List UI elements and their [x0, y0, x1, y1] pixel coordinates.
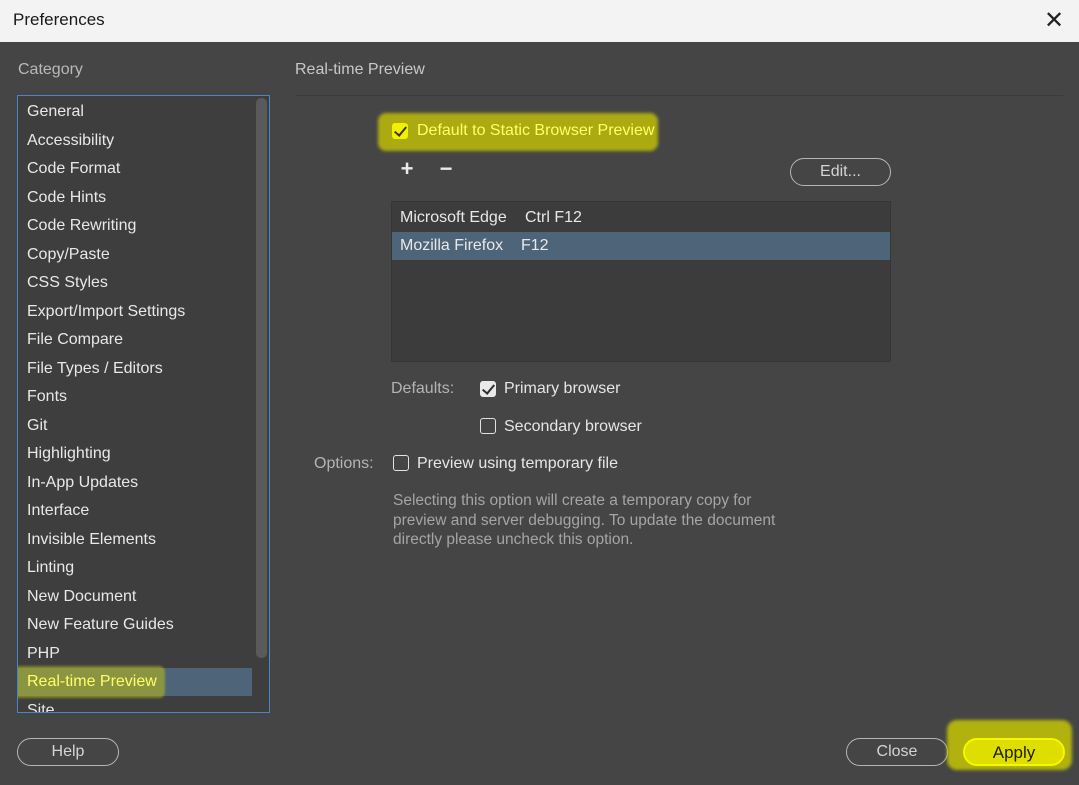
browser-shortcut: Ctrl F12	[525, 209, 582, 226]
category-item-label: Site	[27, 701, 55, 713]
browser-row-edge[interactable]: Microsoft Edge Ctrl F12	[392, 204, 890, 232]
category-item-in-app-updates[interactable]: In-App Updates	[18, 469, 252, 497]
browser-name: Microsoft Edge	[400, 209, 507, 226]
category-item-label: New Feature Guides	[27, 616, 174, 633]
help-button[interactable]: Help	[17, 738, 119, 766]
window-title: Preferences	[13, 10, 105, 29]
category-item-code-hints[interactable]: Code Hints	[18, 184, 252, 212]
add-browser-icon[interactable]: +	[396, 158, 418, 180]
category-item-label: Code Format	[27, 160, 121, 177]
category-item-label: Accessibility	[27, 131, 115, 149]
category-item-label: Git	[27, 416, 48, 434]
category-item-label: New Document	[27, 587, 137, 605]
title-bar: Preferences ✕	[0, 0, 1079, 42]
category-item-css-styles[interactable]: CSS Styles	[18, 269, 252, 297]
category-item-file-compare[interactable]: File Compare	[18, 326, 252, 354]
category-item-code-format[interactable]: Code Format	[18, 155, 252, 183]
primary-browser-checkbox[interactable]	[480, 381, 496, 397]
category-item-general[interactable]: General	[18, 98, 252, 126]
browser-row-firefox[interactable]: Mozilla Firefox F12	[392, 232, 890, 260]
category-item-php[interactable]: PHP	[18, 640, 252, 668]
category-item-linting[interactable]: Linting	[18, 554, 252, 582]
browser-list[interactable]: Microsoft Edge Ctrl F12 Mozilla Firefox …	[391, 201, 891, 362]
category-item-label: Code Rewriting	[27, 217, 137, 234]
category-item-file-types-editors[interactable]: File Types / Editors	[18, 355, 252, 383]
temp-file-checkbox[interactable]	[393, 455, 409, 471]
temp-file-label: Preview using temporary file	[417, 455, 618, 472]
divider	[295, 95, 1063, 96]
option-description: Selecting this option will create a temp…	[393, 492, 776, 548]
remove-browser-icon[interactable]: −	[435, 158, 457, 180]
category-item-label: Linting	[27, 559, 75, 576]
category-item-label: Copy/Paste	[27, 245, 110, 263]
category-scrollbar[interactable]	[256, 98, 267, 658]
category-item-label: Export/Import Settings	[27, 302, 186, 320]
category-item-highlighting[interactable]: Highlighting	[18, 440, 252, 468]
category-item-label: CSS Styles	[27, 274, 108, 291]
edit-button[interactable]: Edit...	[790, 158, 891, 186]
category-item-label: In-App Updates	[27, 473, 139, 491]
close-button[interactable]: Close	[846, 738, 948, 766]
secondary-browser-label: Secondary browser	[504, 418, 642, 435]
category-list[interactable]: Site Real-time Preview PHP New Feature Guid…	[17, 95, 270, 713]
category-item-export-import-settings[interactable]: Export/Import Settings	[18, 298, 252, 326]
close-icon[interactable]: ✕	[1037, 4, 1071, 38]
category-item-real-time-preview[interactable]: Real-time Preview	[18, 666, 252, 698]
category-item-invisible-elements[interactable]: Invisible Elements	[18, 526, 252, 554]
primary-browser-label: Primary browser	[504, 380, 621, 397]
category-item-new-feature-guides[interactable]: New Feature Guides	[18, 611, 252, 639]
browser-name: Mozilla Firefox	[400, 237, 504, 254]
options-label: Options:	[314, 455, 374, 472]
section-title: Real-time Preview	[295, 61, 425, 78]
category-item-label: Interface	[27, 502, 90, 519]
category-item-label: Code Hints	[27, 188, 107, 206]
defaults-label: Defaults:	[391, 380, 455, 397]
category-item-code-rewriting[interactable]: Code Rewriting	[18, 212, 252, 240]
secondary-browser-checkbox[interactable]	[480, 418, 496, 434]
category-item-git[interactable]: Git	[18, 412, 252, 440]
category-item-copy-paste[interactable]: Copy/Paste	[18, 241, 252, 269]
category-item-label: File Types / Editors	[27, 359, 163, 377]
category-item-accessibility[interactable]: Accessibility	[18, 127, 252, 155]
browser-shortcut: F12	[521, 237, 549, 254]
category-item-label: Fonts	[27, 388, 68, 405]
category-item-label: File Compare	[27, 331, 124, 348]
category-item-new-document[interactable]: New Document	[18, 583, 252, 611]
category-item-interface[interactable]: Interface	[18, 497, 252, 525]
category-item-label: PHP	[27, 644, 60, 662]
default-static-checkbox[interactable]	[392, 123, 408, 139]
apply-button[interactable]: Apply	[963, 738, 1065, 766]
category-item-site[interactable]: Site	[18, 697, 252, 713]
default-static-label: Default to Static Browser Preview	[417, 122, 655, 139]
category-item-fonts[interactable]: Fonts	[18, 383, 252, 411]
category-label: Category	[18, 61, 83, 78]
category-item-label: Invisible Elements	[27, 530, 156, 548]
category-item-label: Highlighting	[27, 445, 111, 462]
category-item-label: Real-time Preview	[27, 673, 157, 690]
category-item-label: General	[27, 103, 84, 120]
